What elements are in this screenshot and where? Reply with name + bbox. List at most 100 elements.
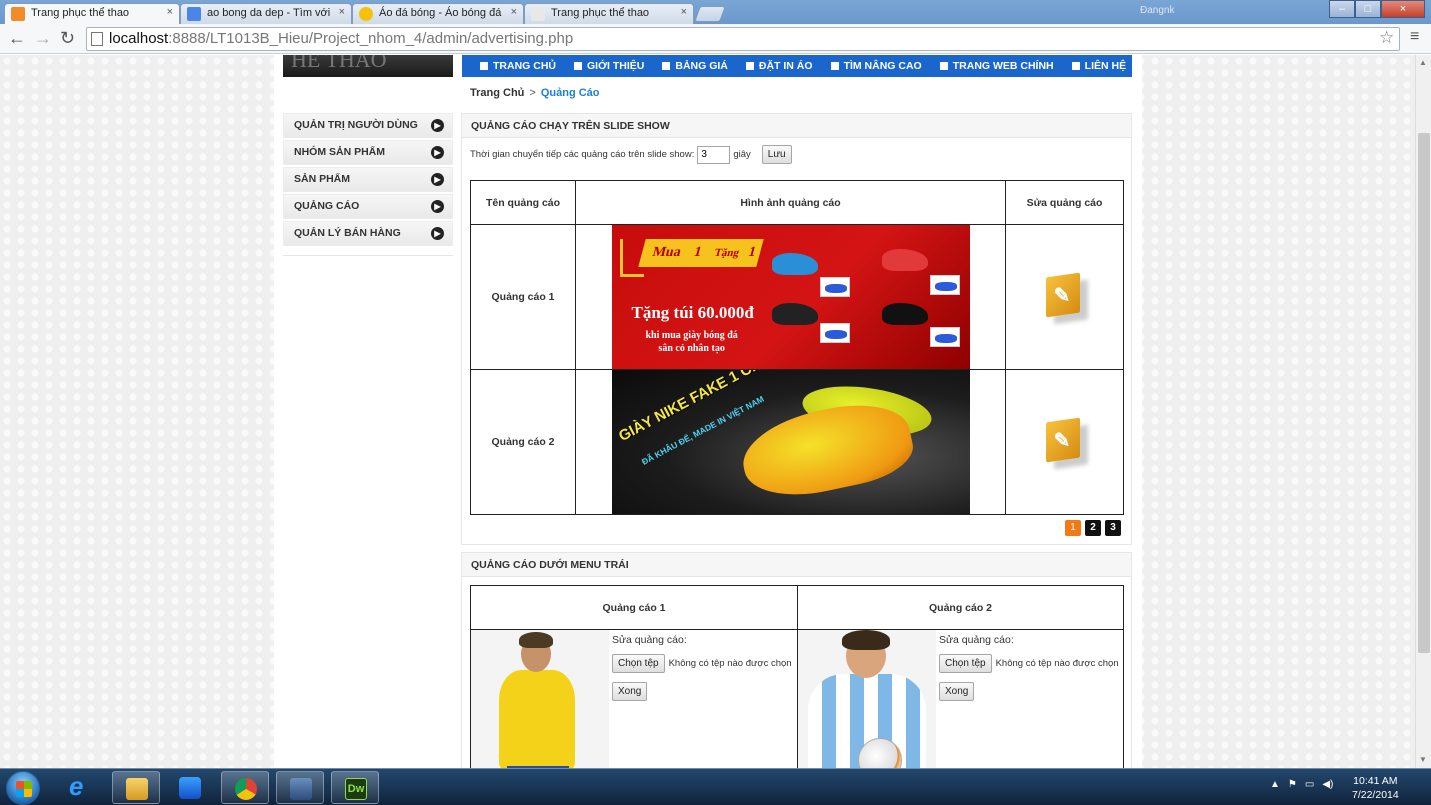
nav-gioi-thieu[interactable]: GIỚI THIỆU	[574, 60, 644, 72]
banner-text: Tặng	[712, 247, 741, 259]
scroll-up-icon[interactable]: ▲	[1419, 58, 1427, 67]
banner-text: sân cỏ nhân tạo	[658, 343, 725, 354]
shoe-image	[771, 303, 818, 325]
address-bar[interactable]: localhost:8888/LT1013B_Hieu/Project_nhom…	[86, 27, 1400, 51]
page-3-button[interactable]: 3	[1105, 520, 1121, 536]
tab-ao-da-bong[interactable]: Áo đá bóng - Áo bóng đá ×	[352, 3, 524, 24]
breadcrumb-current[interactable]: Quảng Cáo	[541, 87, 600, 99]
done-button[interactable]: Xong	[939, 682, 975, 701]
new-tab-button[interactable]	[694, 6, 726, 22]
edit-icon[interactable]: ✎	[1045, 272, 1084, 317]
page-2-button[interactable]: 2	[1085, 520, 1101, 536]
taskbar-media-player[interactable]	[166, 771, 214, 804]
media-player-icon	[179, 777, 201, 799]
sidebar-item-nhom-san-pham[interactable]: NHÓM SẢN PHẨM ▶	[283, 140, 453, 165]
sidebar-item-quang-cao[interactable]: QUẢNG CÁO ▶	[283, 194, 453, 219]
sidebar-item-label: QUẢNG CÁO	[294, 200, 360, 212]
taskbar-file-explorer[interactable]	[112, 771, 160, 804]
pagination: 1 2 3	[1065, 520, 1121, 536]
tray-expand-icon[interactable]: ▲	[1270, 779, 1280, 790]
url-host: localhost	[109, 30, 169, 47]
taskbar-internet-explorer[interactable]: e	[56, 771, 104, 804]
arrow-right-icon: ▶	[431, 173, 444, 186]
clock[interactable]: 10:41 AM 7/22/2014	[1352, 774, 1399, 802]
volume-icon[interactable]: ◀)	[1322, 779, 1333, 790]
reload-icon[interactable]: ↻	[60, 28, 75, 49]
ad-edit-cell: ✎	[1005, 224, 1124, 370]
minimize-button[interactable]: –	[1329, 0, 1355, 18]
url-path: :8888/LT1013B_Hieu/Project_nhom_4/admin/…	[168, 30, 574, 47]
sidebar-item-san-pham[interactable]: SẢN PHẨM ▶	[283, 167, 453, 192]
close-window-button[interactable]: ×	[1381, 0, 1425, 18]
done-row: Xong	[939, 682, 1119, 701]
breadcrumb-separator: >	[529, 87, 536, 99]
panel-heading: QUẢNG CÁO DƯỚI MENU TRÁI	[462, 553, 1131, 577]
no-file-text: Không có tệp nào được chọn	[995, 658, 1119, 669]
page-viewport: HE THAO TRANG CHỦ GIỚI THIỆU BẢNG GIÁ ĐẶ…	[0, 55, 1415, 768]
ad-name: Quảng cáo 2	[470, 369, 576, 515]
interval-input[interactable]	[697, 145, 731, 164]
menu-icon[interactable]: ≡	[1410, 28, 1419, 46]
bullet-icon	[574, 62, 582, 70]
scrollbar-thumb[interactable]	[1418, 133, 1430, 653]
sidebar-item-label: SẢN PHẨM	[294, 173, 351, 185]
page-1-button[interactable]: 1	[1065, 520, 1081, 536]
shoe-thumbnail	[929, 327, 960, 347]
taskbar-chrome[interactable]	[221, 771, 269, 804]
window-controls: – □ ×	[1329, 0, 1425, 18]
dreamweaver-icon: Dw	[345, 778, 367, 800]
chrome-icon	[235, 778, 257, 800]
tab-ao-bong-da-search[interactable]: ao bong da dep - Tìm với ×	[180, 3, 352, 24]
nav-lien-he[interactable]: LIÊN HỆ	[1071, 60, 1126, 72]
tab-close-icon[interactable]: ×	[511, 6, 517, 18]
ad-image-cell: Mua 1 Tặng 1 Tặng túi 60.000đ khi mua gi…	[575, 224, 1006, 370]
save-button[interactable]: Lưu	[761, 145, 792, 164]
forward-arrow-icon[interactable]: →	[34, 28, 52, 49]
tab-close-icon[interactable]: ×	[681, 6, 687, 18]
player-image	[471, 630, 609, 768]
sidebar-item-quan-ly-ban-hang[interactable]: QUẢN LÝ BÁN HÀNG ▶	[283, 221, 453, 246]
tab-trang-phuc-2[interactable]: Trang phục thể thao ×	[524, 3, 694, 24]
browser-tab-bar: Trang phục thể thao × ao bong da dep - T…	[0, 0, 1431, 24]
done-button[interactable]: Xong	[612, 682, 648, 701]
nav-tim-nang-cao[interactable]: TÌM NÂNG CAO	[830, 60, 922, 72]
scroll-down-icon[interactable]: ▼	[1419, 755, 1427, 764]
sidebar-item-quan-tri-nguoi-dung[interactable]: QUẢN TRỊ NGƯỜI DÙNG ▶	[283, 113, 453, 138]
start-button[interactable]	[6, 771, 40, 805]
choose-file-button[interactable]: Chọn tệp	[612, 654, 665, 673]
breadcrumb-home[interactable]: Trang Chủ	[470, 87, 524, 99]
profile-name[interactable]: Đangnk	[1140, 5, 1260, 19]
banner-gift-text: Tặng túi 60.000đ	[631, 303, 754, 322]
choose-file-button[interactable]: Chọn tệp	[939, 654, 992, 673]
favicon-icon	[531, 7, 545, 21]
bookmark-star-icon[interactable]: ☆	[1379, 28, 1394, 48]
tab-close-icon[interactable]: ×	[167, 6, 173, 18]
tab-close-icon[interactable]: ×	[339, 6, 345, 18]
banner-text: khi mua giày bóng đá	[645, 330, 738, 341]
taskbar-dreamweaver[interactable]: Dw	[331, 771, 379, 804]
admin-sidebar: QUẢN TRỊ NGƯỜI DÙNG ▶ NHÓM SẢN PHẨM ▶ SẢN …	[283, 113, 453, 256]
nav-trang-web-chinh[interactable]: TRANG WEB CHÍNH	[939, 60, 1054, 72]
bullet-icon	[745, 62, 754, 70]
done-row: Xong	[612, 682, 792, 701]
site-logo[interactable]: HE THAO	[283, 55, 453, 77]
taskbar: e Dw ▲ ⚑ ▭ ◀) 10:41 AM 7/22/2014	[0, 768, 1431, 805]
nav-trang-chu[interactable]: TRANG CHỦ	[480, 60, 556, 72]
nav-dat-in-ao[interactable]: ĐẶT IN ÁO	[745, 60, 813, 72]
ad-edit-cell: ✎	[1005, 369, 1124, 515]
back-arrow-icon[interactable]: ←	[8, 28, 26, 49]
jersey	[499, 670, 575, 768]
tab-trang-phuc-active[interactable]: Trang phục thể thao ×	[4, 3, 180, 24]
page-container: HE THAO TRANG CHỦ GIỚI THIỆU BẢNG GIÁ ĐẶ…	[274, 55, 1142, 768]
action-center-icon[interactable]: ⚑	[1288, 779, 1297, 790]
tab-title: Áo đá bóng - Áo bóng đá	[379, 7, 502, 19]
maximize-button[interactable]: □	[1355, 0, 1381, 18]
edit-icon[interactable]: ✎	[1045, 417, 1084, 462]
taskbar-vpn-client[interactable]	[276, 771, 324, 804]
network-icon[interactable]: ▭	[1305, 779, 1314, 790]
nav-bang-gia[interactable]: BẢNG GIÁ	[662, 60, 728, 72]
col-header-name: Tên quảng cáo	[470, 180, 576, 225]
banner-text: 1	[746, 245, 758, 260]
vertical-scrollbar[interactable]: ▲ ▼	[1415, 55, 1431, 768]
table-header-row: Quảng cáo 1 Quảng cáo 2	[470, 585, 1124, 630]
